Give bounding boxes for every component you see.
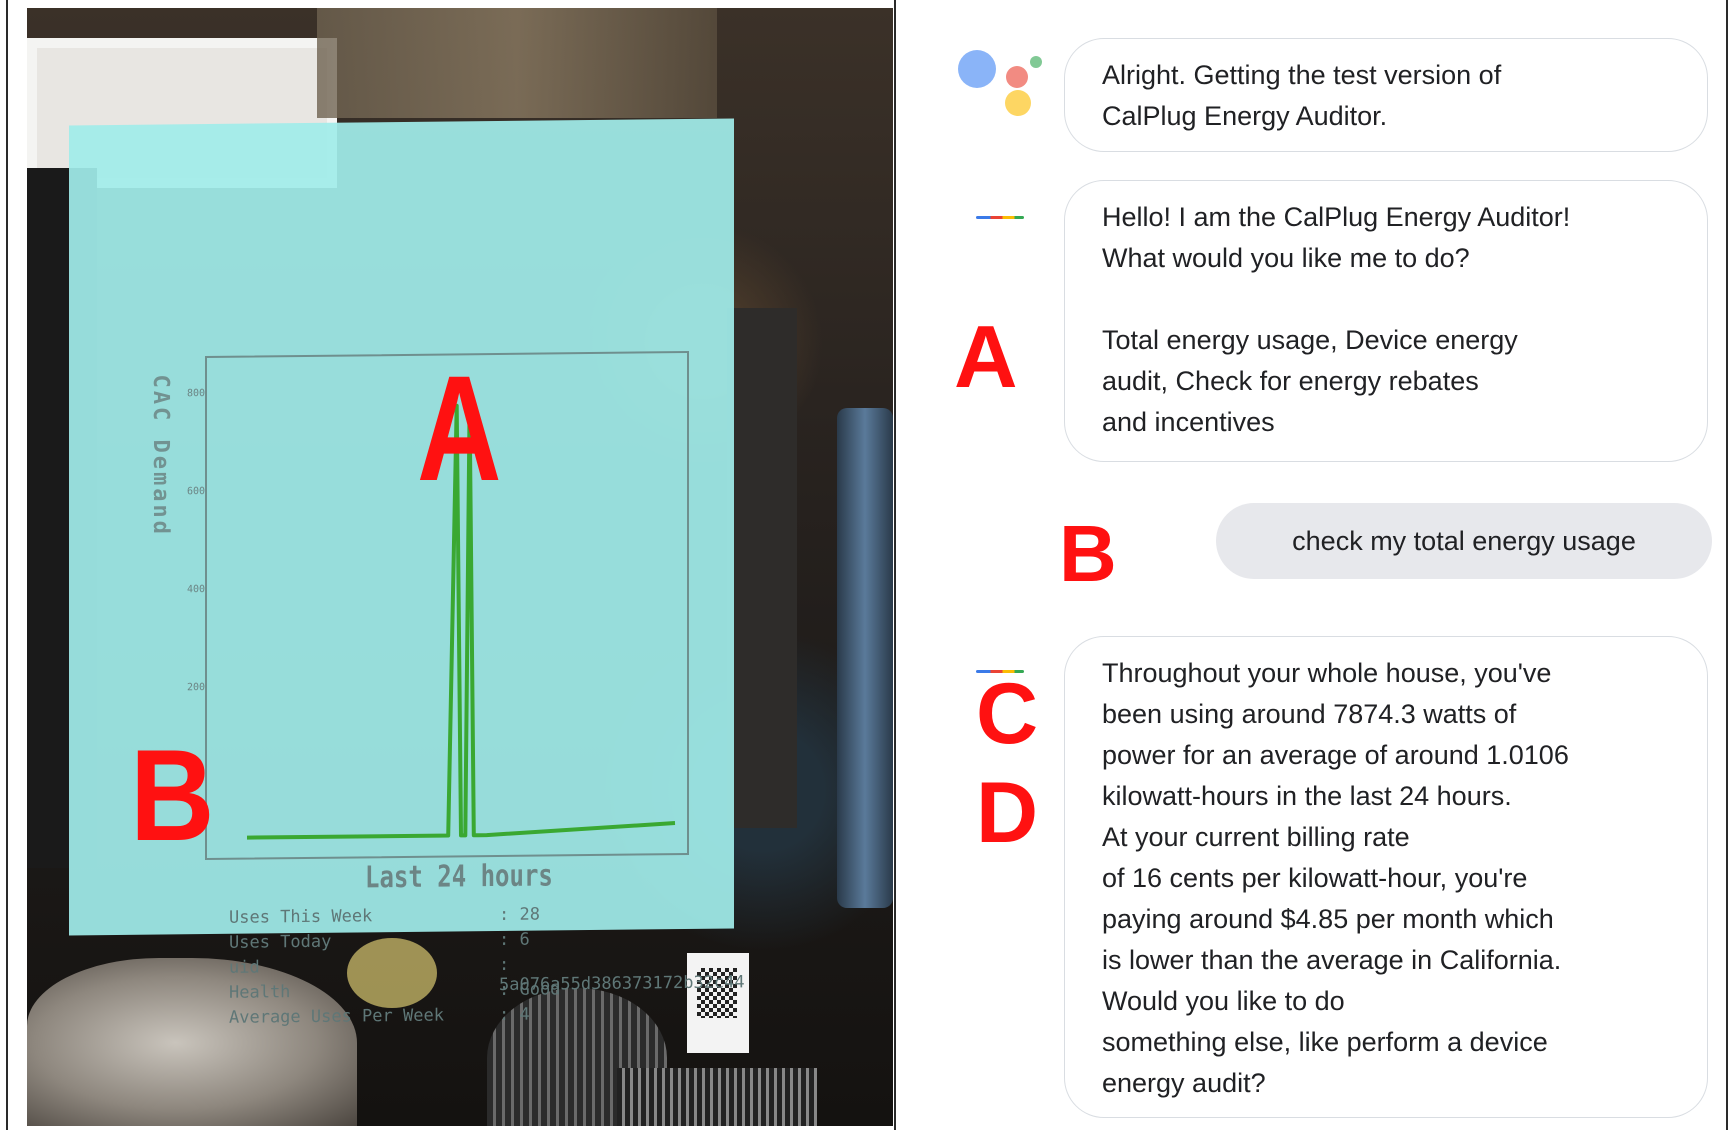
stat-value: : Good (499, 979, 561, 1000)
background-shelf (317, 8, 717, 118)
background-grill (617, 1068, 817, 1126)
annotation-marker-a: A (417, 344, 502, 512)
annotation-marker-a: A (954, 307, 1018, 406)
background-pillar (727, 308, 797, 828)
annotation-marker-d: D (976, 765, 1039, 861)
annotation-marker-b: B (130, 722, 215, 868)
assistant-chat-panel: Alright. Getting the test version of Cal… (896, 8, 1732, 1126)
right-border (1726, 0, 1728, 1130)
stat-label: Uses This Week (229, 906, 373, 928)
user-message: check my total energy usage (1216, 503, 1712, 579)
assistant-message: Alright. Getting the test version of Cal… (1064, 38, 1708, 152)
ar-photo-panel: CAC Demand 800 600 400 200 0 Last 24 hou… (27, 8, 893, 1126)
stat-label: Uses Today (229, 931, 332, 953)
assistant-avatar-icon (976, 216, 1024, 219)
stat-value: : 4 (499, 1004, 530, 1025)
stat-value: : 28 (499, 904, 540, 925)
assistant-message: Throughout your whole house, you've been… (1064, 636, 1708, 1118)
background-bottle (837, 408, 893, 908)
stat-row: Average Uses Per Week : 4 (229, 1003, 729, 1033)
assistant-message: Hello! I am the CalPlug Energy Auditor! … (1064, 180, 1708, 462)
google-assistant-icon (958, 50, 1042, 116)
stat-value: : 6 (499, 929, 530, 950)
y-tick-label: 600 (187, 486, 206, 498)
left-border (6, 0, 8, 1130)
x-axis-label: Last 24 hours (365, 858, 553, 896)
annotation-marker-c: C (976, 666, 1039, 762)
device-stats-table: Uses This Week : 28 Uses Today : 6 uid :… (229, 903, 745, 1033)
annotation-marker-b: B (1059, 509, 1117, 598)
stat-label: Health (229, 982, 291, 1003)
stat-label: Average Uses Per Week (229, 1005, 444, 1028)
y-tick-label: 400 (187, 584, 206, 596)
y-tick-label: 800 (187, 388, 206, 400)
y-tick-label: 200 (187, 682, 206, 694)
stat-label: uid (229, 957, 260, 978)
